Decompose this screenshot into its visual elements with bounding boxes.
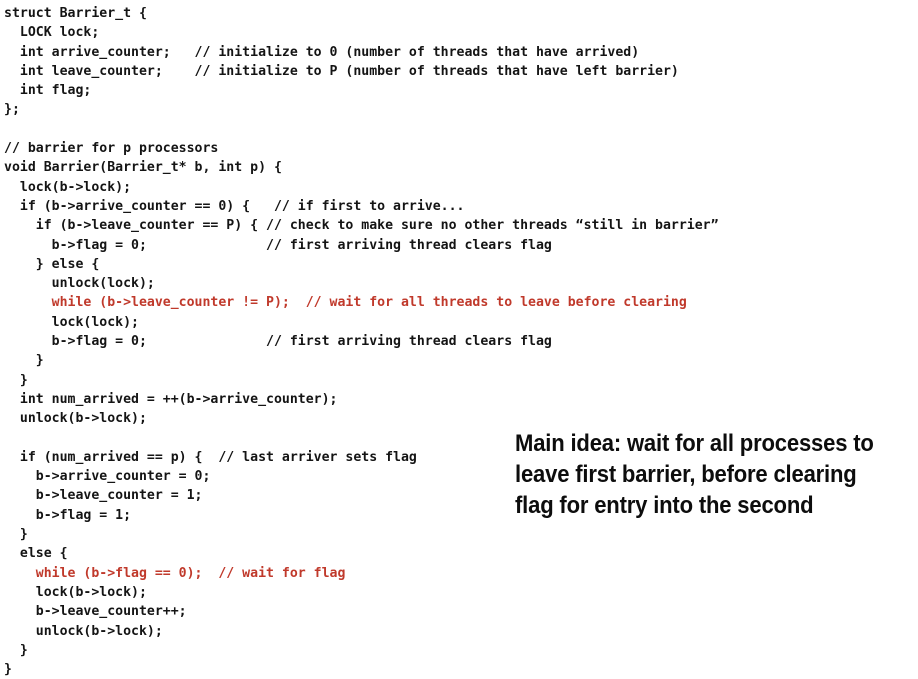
code-line: LOCK lock; bbox=[4, 25, 100, 41]
code-line: int num_arrived = ++(b->arrive_counter); bbox=[4, 391, 338, 407]
code-line: lock(lock); bbox=[4, 314, 139, 330]
code-line: int flag; bbox=[4, 83, 92, 99]
main-idea-callout: Main idea: wait for all processes to leav… bbox=[515, 428, 915, 521]
code-line: b->leave_counter++; bbox=[4, 604, 187, 620]
code-line: } bbox=[4, 527, 28, 543]
code-line: else { bbox=[4, 546, 68, 562]
code-line: } bbox=[4, 642, 28, 658]
slide-canvas: struct Barrier_t { LOCK lock; int arrive… bbox=[0, 0, 918, 677]
code-line: } bbox=[4, 353, 44, 369]
code-line: }; bbox=[4, 102, 20, 118]
code-line: } bbox=[4, 662, 12, 678]
code-line: lock(b->lock); bbox=[4, 584, 147, 600]
code-line: unlock(b->lock); bbox=[4, 411, 147, 427]
code-line: struct Barrier_t { bbox=[4, 6, 147, 21]
code-line: } bbox=[4, 372, 28, 388]
code-line: while (b->leave_counter != P); // wait f… bbox=[4, 295, 687, 311]
code-line: lock(b->lock); bbox=[4, 179, 132, 195]
code-line: void Barrier(Barrier_t* b, int p) { bbox=[4, 160, 282, 176]
main-idea-line: flag for entry into the second bbox=[515, 492, 814, 519]
code-line: unlock(b->lock); bbox=[4, 623, 163, 639]
code-line: // barrier for p processors bbox=[4, 141, 219, 157]
code-line: unlock(lock); bbox=[4, 276, 155, 292]
code-line: b->flag = 0; // first arriving thread cl… bbox=[4, 237, 552, 253]
code-line: int arrive_counter; // initialize to 0 (… bbox=[4, 44, 640, 60]
code-listing: struct Barrier_t { LOCK lock; int arrive… bbox=[4, 4, 794, 679]
code-line: b->flag = 0; // first arriving thread cl… bbox=[4, 334, 552, 350]
code-line: } else { bbox=[4, 256, 100, 272]
code-line: if (b->leave_counter == P) { // check to… bbox=[4, 218, 719, 234]
code-line: while (b->flag == 0); // wait for flag bbox=[4, 565, 346, 581]
code-line: int leave_counter; // initialize to P (n… bbox=[4, 63, 679, 79]
code-line: if (b->arrive_counter == 0) { // if firs… bbox=[4, 198, 465, 214]
main-idea-line: leave first barrier, before clearing bbox=[515, 461, 857, 488]
main-idea-line: Main idea: wait for all processes to bbox=[515, 430, 874, 457]
